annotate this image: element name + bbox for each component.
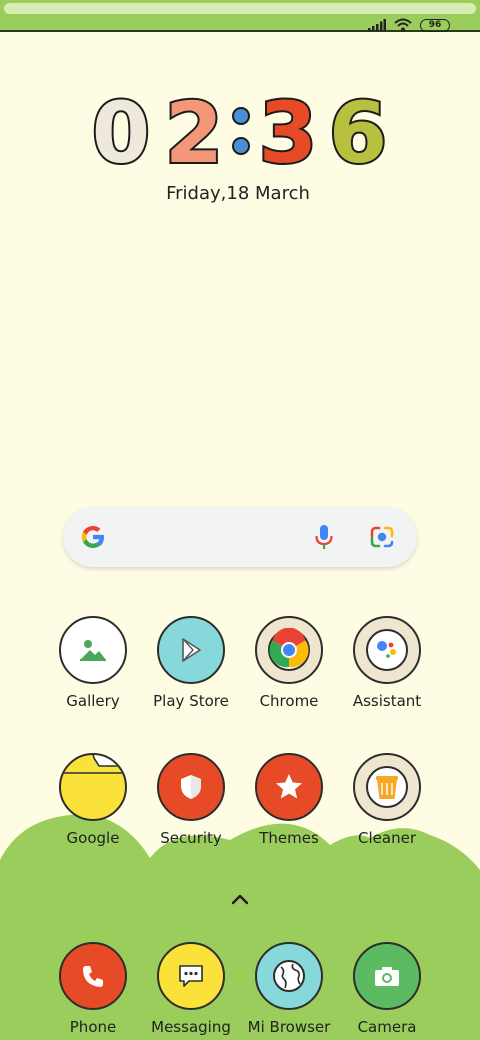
app-label: Chrome xyxy=(259,692,319,710)
app-label: Messaging xyxy=(151,1018,231,1036)
signal-icon xyxy=(368,19,386,31)
app-label: Camera xyxy=(357,1018,417,1036)
date-label: Friday,18 March xyxy=(166,183,310,204)
star-icon xyxy=(276,774,302,799)
notification-pill xyxy=(4,3,476,14)
app-assistant[interactable]: Assistant xyxy=(339,616,435,710)
google-search-bar[interactable] xyxy=(63,507,417,567)
phone-icon xyxy=(83,966,103,987)
wifi-icon xyxy=(394,18,412,32)
lens-search-icon[interactable] xyxy=(369,524,395,550)
app-label: Mi Browser xyxy=(247,1018,331,1036)
clock-digit-hour-tens: 0 xyxy=(92,92,150,172)
voice-search-icon[interactable] xyxy=(313,523,335,551)
app-gallery[interactable]: Gallery xyxy=(45,616,141,710)
clock-digit-minute-ones: 6 xyxy=(329,92,387,172)
app-cleaner[interactable]: Cleaner xyxy=(339,753,435,847)
chrome-icon xyxy=(268,628,310,671)
app-label: Cleaner xyxy=(358,829,416,847)
app-security[interactable]: Security xyxy=(143,753,239,847)
camera-icon xyxy=(375,967,399,986)
app-play-store[interactable]: Play Store xyxy=(143,616,239,710)
clock-separator xyxy=(232,107,250,155)
app-label: Google xyxy=(66,829,120,847)
dock-mi-browser[interactable]: Mi Browser xyxy=(241,942,337,1036)
app-label: Gallery xyxy=(66,692,120,710)
message-icon xyxy=(179,965,203,987)
globe-icon xyxy=(273,960,305,992)
app-label: Phone xyxy=(69,1018,117,1036)
app-drawer-chevron-up-icon[interactable] xyxy=(229,892,251,906)
dock-messaging[interactable]: Messaging xyxy=(143,942,239,1036)
app-label: Themes xyxy=(259,829,319,847)
clock-digit-minute-tens: 3 xyxy=(259,92,317,172)
app-chrome[interactable]: Chrome xyxy=(241,616,337,710)
assistant-icon xyxy=(366,629,408,671)
app-themes[interactable]: Themes xyxy=(241,753,337,847)
clock-digit-hour-ones: 2 xyxy=(165,92,223,172)
trash-icon xyxy=(366,766,408,808)
battery-indicator: 96 xyxy=(420,18,450,32)
app-google-folder[interactable]: Google xyxy=(45,753,141,847)
shield-icon xyxy=(181,775,201,799)
google-g-icon xyxy=(81,526,104,548)
app-label: Play Store xyxy=(153,692,229,710)
gallery-icon xyxy=(80,640,106,661)
app-label: Assistant xyxy=(352,692,422,710)
play-store-icon xyxy=(182,638,201,662)
status-icons: 96 xyxy=(368,18,450,32)
dock-camera[interactable]: Camera xyxy=(339,942,435,1036)
app-label: Security xyxy=(160,829,222,847)
dock-phone[interactable]: Phone xyxy=(45,942,141,1036)
folder-icon xyxy=(61,755,123,774)
